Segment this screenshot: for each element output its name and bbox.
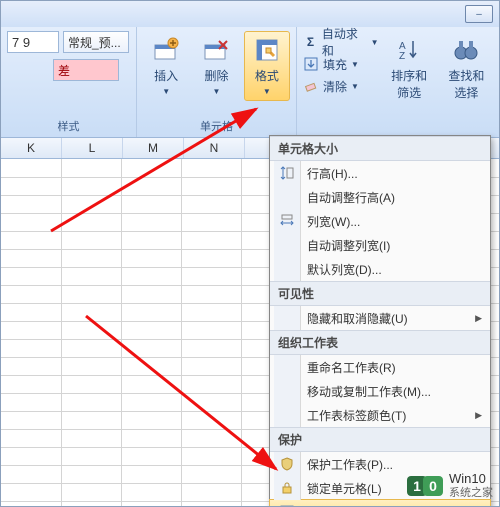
menu-autofit-col[interactable]: 自动调整列宽(I) xyxy=(270,233,490,257)
fill-down-icon xyxy=(303,56,319,72)
column-header[interactable]: M xyxy=(123,138,184,158)
submenu-arrow-icon: ▶ xyxy=(475,313,482,324)
app-window: – 7 9 常规_预... 差 样式 xyxy=(0,0,500,507)
ribbon-group-cells: 插入 ▼ 删除 ▼ 格式 ▼ 单元格 xyxy=(137,27,297,137)
clear-button[interactable]: 清除 ▼ xyxy=(303,75,379,97)
cell-style-normal[interactable]: 常规_预... xyxy=(63,31,129,53)
binoculars-icon xyxy=(452,36,480,64)
caret-down-icon: ▼ xyxy=(213,87,221,96)
caret-down-icon: ▼ xyxy=(371,38,379,47)
fill-button[interactable]: 填充 ▼ xyxy=(303,53,379,75)
insert-cells-icon xyxy=(152,36,180,64)
caret-down-icon: ▼ xyxy=(263,87,271,96)
dropdown-section-header: 组织工作表 xyxy=(270,330,490,355)
ribbon-group-label-cells: 单元格 xyxy=(143,116,290,137)
find-select-button[interactable]: 查找和 选择 xyxy=(440,31,493,106)
window-titlebar: – xyxy=(1,1,499,27)
dropdown-section-header: 可见性 xyxy=(270,281,490,306)
col-width-icon xyxy=(277,211,297,231)
menu-default-width[interactable]: 默认列宽(D)... xyxy=(270,257,490,281)
ribbon-group-styles: 7 9 常规_预... 差 样式 xyxy=(1,27,137,137)
format-cells-icon xyxy=(253,36,281,64)
watermark-logo-icon: 10 xyxy=(407,476,443,496)
menu-col-width[interactable]: 列宽(W)... xyxy=(270,209,490,233)
dropdown-section-header: 保护 xyxy=(270,427,490,452)
sigma-icon: Σ xyxy=(303,34,318,50)
cell-style-bad[interactable]: 差 xyxy=(53,59,119,81)
caret-down-icon: ▼ xyxy=(351,60,359,69)
column-header[interactable]: N xyxy=(184,138,245,158)
eraser-icon xyxy=(303,78,319,94)
row-height-icon xyxy=(277,163,297,183)
caret-down-icon: ▼ xyxy=(351,82,359,91)
sort-filter-button[interactable]: AZ 排序和 筛选 xyxy=(383,31,436,106)
menu-rename-sheet[interactable]: 重命名工作表(R) xyxy=(270,355,490,379)
watermark-brand: Win10 xyxy=(449,472,493,486)
submenu-arrow-icon: ▶ xyxy=(475,410,482,421)
autosum-button[interactable]: Σ 自动求和 ▼ xyxy=(303,31,379,53)
menu-hide-unhide[interactable]: 隐藏和取消隐藏(U) ▶ xyxy=(270,306,490,330)
watermark-sub: 系统之家 xyxy=(449,486,493,500)
number-format-value[interactable]: 7 9 xyxy=(7,31,59,53)
minimize-button[interactable]: – xyxy=(465,5,493,23)
delete-button[interactable]: 删除 ▼ xyxy=(193,31,239,101)
caret-down-icon: ▼ xyxy=(162,87,170,96)
delete-cells-icon xyxy=(202,36,230,64)
sort-filter-icon: AZ xyxy=(395,36,423,64)
format-cells-icon xyxy=(277,502,297,507)
shield-icon xyxy=(277,454,297,474)
menu-tab-color[interactable]: 工作表标签颜色(T) ▶ xyxy=(270,403,490,427)
insert-button[interactable]: 插入 ▼ xyxy=(143,31,189,101)
menu-move-copy-sheet[interactable]: 移动或复制工作表(M)... xyxy=(270,379,490,403)
column-header[interactable]: L xyxy=(62,138,123,158)
ribbon: 7 9 常规_预... 差 样式 插入 ▼ xyxy=(1,27,499,138)
format-dropdown-menu: 单元格大小 行高(H)... 自动调整行高(A) 列宽(W)... 自动调整列宽… xyxy=(269,135,491,507)
menu-format-cells[interactable]: 设置单元格格式 xyxy=(269,499,491,507)
menu-row-height[interactable]: 行高(H)... xyxy=(270,161,490,185)
column-header[interactable]: K xyxy=(1,138,62,158)
menu-autofit-row[interactable]: 自动调整行高(A) xyxy=(270,185,490,209)
ribbon-group-editing: Σ 自动求和 ▼ 填充 ▼ xyxy=(297,27,499,137)
format-button[interactable]: 格式 ▼ xyxy=(244,31,290,101)
ribbon-group-label-styles: 样式 xyxy=(7,116,130,137)
watermark: 10 Win10 系统之家 xyxy=(407,472,493,500)
svg-text:Z: Z xyxy=(399,51,405,62)
dropdown-section-header: 单元格大小 xyxy=(270,136,490,161)
lock-icon xyxy=(277,478,297,498)
